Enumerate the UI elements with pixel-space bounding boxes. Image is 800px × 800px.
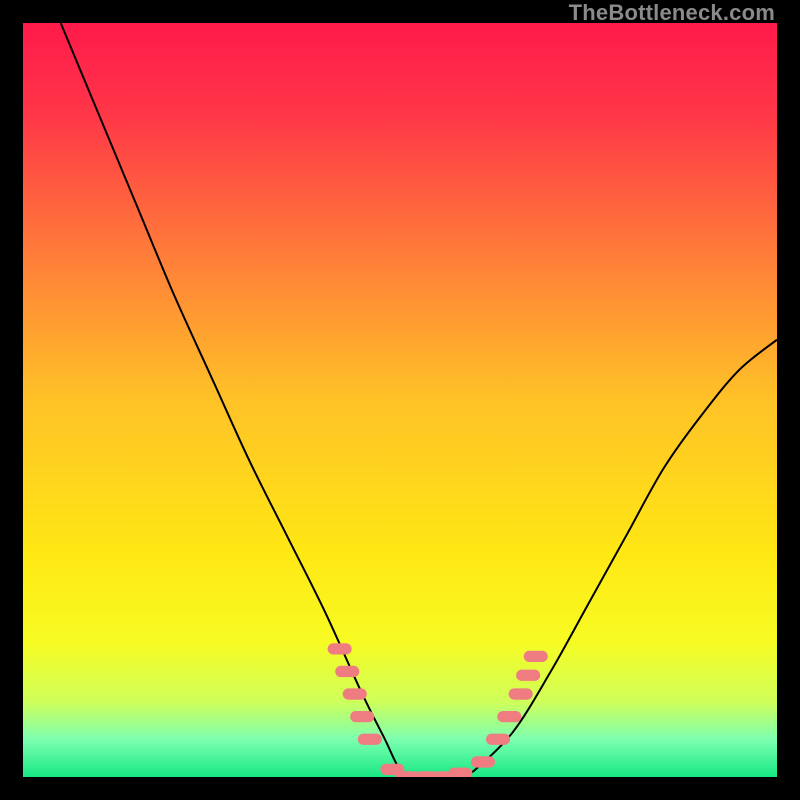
highlight-dash xyxy=(509,688,533,699)
highlight-dash xyxy=(350,711,374,722)
chart-frame xyxy=(23,23,777,777)
bottleneck-chart xyxy=(23,23,777,777)
watermark-text: TheBottleneck.com xyxy=(569,0,775,26)
highlight-dash xyxy=(343,688,367,699)
highlight-dash xyxy=(328,643,352,654)
chart-background xyxy=(23,23,777,777)
highlight-dash xyxy=(497,711,521,722)
highlight-dash xyxy=(448,768,472,777)
highlight-dash xyxy=(486,734,510,745)
highlight-dash xyxy=(524,651,548,662)
highlight-dash xyxy=(516,670,540,681)
highlight-dash xyxy=(358,734,382,745)
highlight-dash xyxy=(471,756,495,767)
highlight-dash xyxy=(335,666,359,677)
